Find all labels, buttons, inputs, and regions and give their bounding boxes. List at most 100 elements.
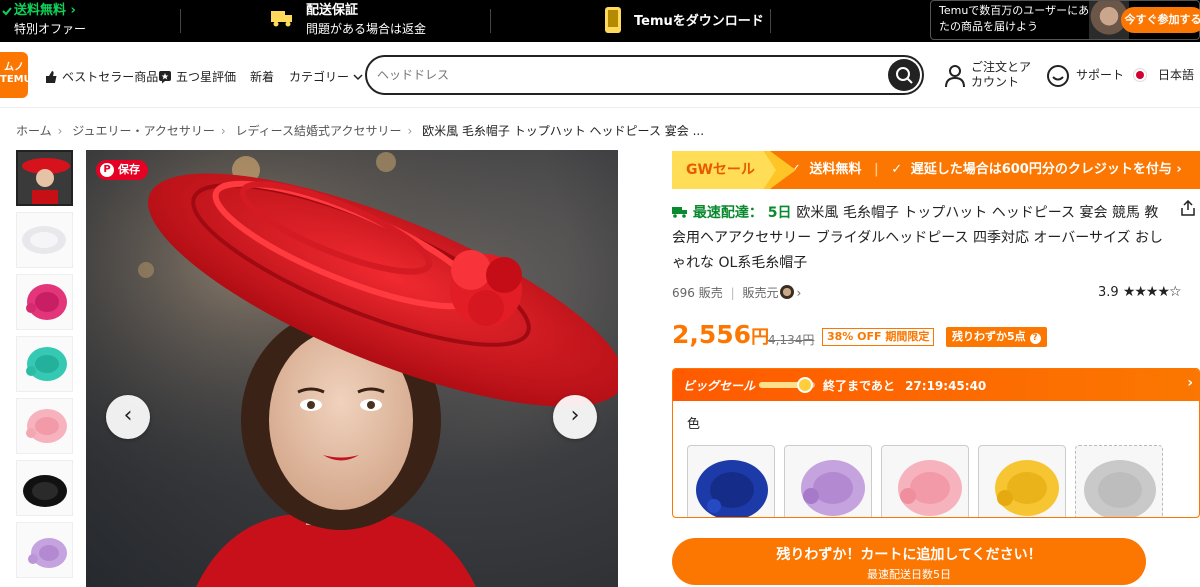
thumbnail-pink-rose[interactable] [16, 274, 73, 330]
low-stock-badge[interactable]: 残りわずか5点 ? [946, 327, 1047, 347]
breadcrumb-wedding-accessories[interactable]: レディース結婚式アクセサリー [235, 124, 401, 138]
clock-icon [797, 377, 813, 393]
nav-new[interactable]: 新着 [250, 68, 274, 85]
big-sale-header[interactable]: ビッグセール 終了まであと 27:19:45:40 › [673, 369, 1199, 401]
share-icon[interactable] [1180, 200, 1196, 216]
join-button[interactable]: 今すぐ参加する [1121, 7, 1200, 33]
language-selector[interactable]: 日本語 [1158, 68, 1194, 83]
nav-category-label: カテゴリー [289, 70, 350, 84]
nav-category[interactable]: カテゴリー [289, 68, 363, 85]
nav-bestseller-label: ベストセラー商品 [62, 70, 159, 84]
thumbnail-mint[interactable] [16, 336, 73, 392]
sales-info: 696 販売 | 販売元 › [672, 285, 802, 300]
check-icon [2, 7, 12, 16]
support-link[interactable]: サポート [1076, 68, 1124, 83]
orders-line2: カウント [971, 75, 1020, 89]
thumbnail-black[interactable] [16, 460, 73, 516]
free-shipping-promo[interactable]: 送料無料 › 特別オファー [2, 2, 87, 38]
seller-avatar [780, 285, 795, 299]
nav-new-label: 新着 [250, 70, 275, 84]
phone-icon [605, 7, 621, 33]
question-icon: ? [1029, 333, 1041, 344]
add-to-cart-label: 残りわずか！カートに追加してください！ [776, 547, 1042, 563]
check-icon: ✓ [891, 162, 903, 177]
nav-fivestar-label: 五つ星評価 [176, 70, 237, 84]
breadcrumb-home[interactable]: ホーム [16, 124, 52, 138]
current-price: 2,556円 [672, 320, 769, 349]
discount-badge: 38% OFF 期間限定 [822, 328, 935, 346]
orders-account-link[interactable]: ご注文とア カウント [971, 60, 1031, 90]
low-stock-text: 残りわずか5点 [952, 330, 1026, 343]
divider [490, 9, 491, 33]
save-label: 保存 [118, 163, 140, 176]
countdown-label: 終了まであと [823, 379, 895, 393]
sold-count: 696 販売 [672, 286, 723, 300]
nav-bestseller[interactable]: ベストセラー商品 [44, 68, 158, 85]
free-shipping-text: 送料無料 [14, 3, 67, 18]
orders-line1: ご注文とア [971, 60, 1032, 74]
chevron-right-icon: › [1187, 375, 1193, 391]
fast-delivery-label: 最速配達： 5日 [692, 205, 792, 221]
delivery-guarantee-sub: 問題がある場合は返金 [306, 22, 427, 36]
search-bar [365, 55, 924, 95]
seller-banner-line1: Temuで数百万のユーザーにあな [939, 4, 1101, 17]
price-value: 2,556 [672, 320, 752, 349]
next-image-button[interactable]: › [553, 395, 597, 439]
pinterest-icon: P [100, 163, 114, 177]
thumbnail-list [16, 150, 74, 584]
color-option-navy[interactable] [687, 445, 775, 517]
delivery-days-label: 最速配送日数5日 [867, 568, 951, 581]
special-offer-text: 特別オファー [14, 22, 87, 36]
search-button[interactable] [888, 59, 920, 91]
countdown: 終了まであと 27:19:45:40 [823, 377, 986, 394]
logo-line2: TEMU [0, 74, 28, 85]
big-sale-panel: ビッグセール 終了まであと 27:19:45:40 › 色 [672, 368, 1200, 518]
product-rating[interactable]: 3.9 ★★★★☆ [1098, 284, 1182, 300]
download-app-link[interactable]: Temuをダウンロード [634, 10, 764, 29]
countdown-time: 27:19:45:40 [905, 379, 987, 393]
check-icon: ✓ [790, 162, 801, 177]
prev-image-button[interactable]: ‹ [106, 395, 150, 439]
breadcrumb-current: 欧米風 毛糸帽子 トップハット ヘッドピース 宴会 ... [422, 124, 705, 138]
product-title: 最速配達： 5日 欧米風 毛糸帽子 トップハット ヘッドピース 宴会 競馬 教会… [672, 201, 1164, 276]
chevron-right-icon: › [1176, 162, 1182, 177]
gw-free-shipping: 送料無料 [809, 162, 862, 177]
color-option-gray[interactable] [1075, 445, 1163, 517]
original-price: 4,134円 [768, 333, 815, 347]
delivery-guarantee-title: 配送保証 [306, 3, 359, 18]
color-option-lavender[interactable] [784, 445, 872, 517]
rating-value: 3.9 [1098, 285, 1119, 300]
thumbnail-white[interactable] [16, 212, 73, 268]
user-icon [945, 65, 965, 88]
flag-jp-icon [1133, 68, 1147, 82]
truck-icon [271, 11, 292, 27]
seller-banner[interactable]: Temuで数百万のユーザーにあな たの商品を届けよう 今すぐ参加する [930, 0, 1200, 40]
hat-model-photo [86, 150, 618, 587]
color-option-pink[interactable] [881, 445, 969, 517]
main-product-image[interactable]: P 保存 ‹ › [86, 150, 618, 587]
gw-credit-text: 遅延した場合は600円分のクレジットを付与 [910, 162, 1172, 177]
thumbnail-red-model[interactable] [16, 150, 73, 206]
thumbnail-light-pink[interactable] [16, 398, 73, 454]
gw-sale-tag: GWセール [672, 151, 776, 189]
thumbnail-lavender[interactable] [16, 522, 73, 578]
logo-line1: ムノ [4, 62, 24, 73]
breadcrumb-jewelry[interactable]: ジュエリー・アクセサリー [72, 124, 215, 138]
color-label: 色 [687, 417, 701, 432]
delivery-guarantee[interactable]: 配送保証 問題がある場合は返金 [306, 2, 426, 38]
divider [770, 9, 771, 33]
fast-delivery-badge: 最速配達： 5日 [672, 205, 796, 221]
search-input[interactable] [377, 65, 877, 85]
promo-bar: 送料無料 › 特別オファー 配送保証 問題がある場合は返金 Temuをダウンロー… [0, 0, 1200, 42]
color-option-yellow[interactable] [978, 445, 1066, 517]
seller-link[interactable]: 販売元 › [742, 285, 802, 300]
add-to-cart-button[interactable]: 残りわずか！カートに追加してください！ 最速配送日数5日 [672, 538, 1146, 585]
price-unit: 円 [751, 327, 770, 348]
thumbs-up-icon [46, 70, 57, 83]
chevron-right-icon: › [796, 286, 802, 300]
nav-fivestar[interactable]: 五つ星評価 [158, 68, 236, 85]
star-badge-icon [159, 70, 171, 83]
temu-logo[interactable]: ムノ TEMU [0, 52, 28, 98]
pinterest-save-button[interactable]: P 保存 [96, 160, 148, 180]
gw-sale-banner[interactable]: GWセール ✓ 送料無料 | ✓ 遅延した場合は600円分のクレジットを付与 › [672, 151, 1200, 189]
